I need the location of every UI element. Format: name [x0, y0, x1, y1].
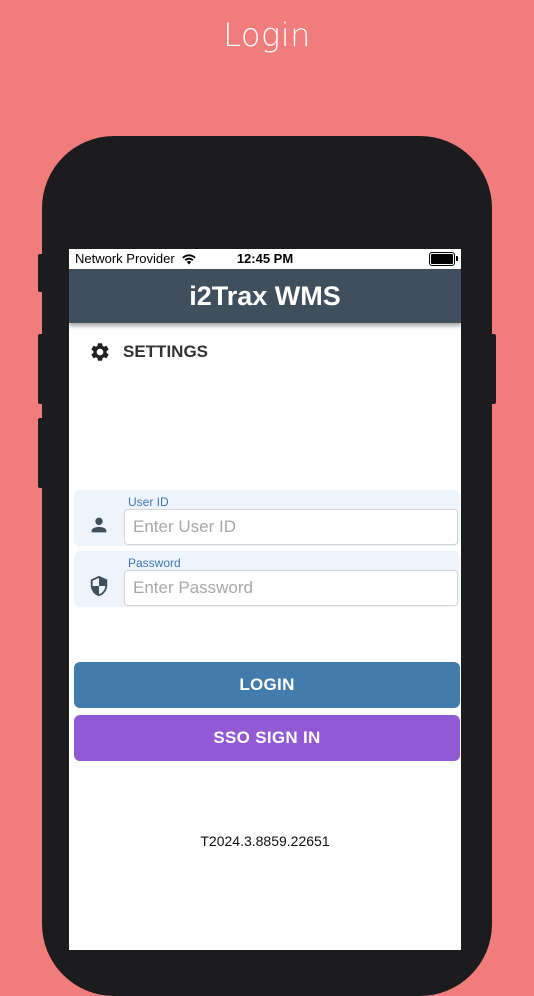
- user-id-label: User ID: [128, 495, 169, 509]
- app-header: i2Trax WMS: [69, 269, 461, 323]
- app-title: i2Trax WMS: [189, 281, 341, 311]
- shield-icon: [90, 575, 108, 597]
- battery-icon: [429, 252, 458, 266]
- app-screen: Network Provider 12:45 PM i2Trax WMS SET…: [69, 249, 461, 950]
- password-label: Password: [128, 556, 181, 570]
- password-field-group: Password: [74, 551, 460, 607]
- person-icon: [91, 517, 107, 533]
- gear-icon: [91, 343, 109, 361]
- status-time: 12:45 PM: [236, 251, 294, 266]
- login-button[interactable]: LOGIN: [74, 662, 460, 708]
- settings-button[interactable]: SETTINGS: [89, 341, 208, 363]
- user-id-field-group: User ID: [74, 490, 460, 546]
- settings-label: SETTINGS: [123, 342, 209, 361]
- status-bar: Network Provider 12:45 PM: [69, 249, 461, 269]
- app-version: T2024.3.8859.22651: [200, 833, 330, 849]
- sso-sign-in-button[interactable]: SSO SIGN IN: [74, 715, 460, 761]
- password-input[interactable]: [124, 570, 458, 606]
- user-id-input[interactable]: [124, 509, 458, 545]
- promo-caption: Login: [223, 16, 311, 54]
